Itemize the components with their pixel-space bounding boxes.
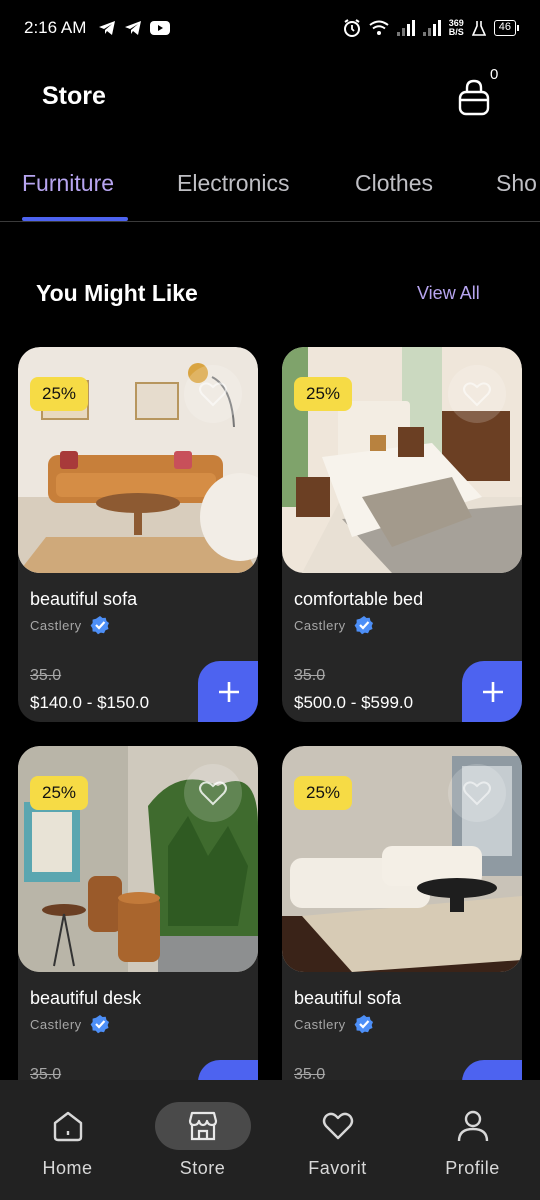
product-image: 25% (18, 347, 258, 573)
nav-icon-container (20, 1102, 116, 1150)
tab-electronics[interactable]: Electronics (177, 170, 289, 197)
nav-label: Favorit (308, 1158, 367, 1178)
verified-badge-icon (90, 1015, 109, 1034)
discount-badge: 25% (30, 776, 89, 810)
product-brand: Castlery (30, 615, 110, 635)
add-to-cart-button[interactable] (198, 661, 258, 722)
verified-badge-icon (90, 616, 109, 635)
profile-icon (457, 1110, 488, 1142)
telegram-icon (125, 21, 142, 35)
plus-icon (483, 682, 503, 702)
signal-icon (422, 20, 441, 36)
brand-label: Castlery (294, 1016, 346, 1032)
net-speed: 369 B/S (449, 19, 464, 37)
section-title: You Might Like (36, 280, 198, 306)
product-name: beautiful desk (30, 988, 142, 1008)
store-icon (188, 1111, 217, 1141)
original-price: 35.0 (30, 667, 62, 684)
product-image: 25% (282, 746, 522, 972)
heart-icon (199, 382, 227, 407)
net-speed-unit: B/S (448, 27, 464, 37)
favorite-button[interactable] (448, 764, 506, 822)
price-range: $140.0 - $150.0 (30, 693, 150, 712)
status-time: 2:16 AM (24, 18, 87, 37)
page-title: Store (42, 82, 106, 110)
youtube-icon (150, 21, 171, 35)
nav-icon-container (290, 1102, 386, 1150)
cart-count-badge: 0 (490, 66, 499, 83)
home-icon (53, 1111, 82, 1142)
product-card[interactable]: 25% beautiful sofa Castlery 35.0 $140.0 … (18, 347, 258, 722)
shopping-bag-icon (458, 79, 490, 116)
signal-icon (396, 20, 415, 36)
favorite-button[interactable] (448, 365, 506, 423)
nav-label: Home (42, 1158, 93, 1178)
product-brand: Castlery (294, 615, 374, 635)
product-card[interactable]: 25% beautiful desk Castlery 35.0 (18, 746, 258, 1121)
verified-badge-icon (354, 616, 373, 635)
tab-indicator (22, 217, 128, 221)
product-card[interactable]: 25% beautiful sofa Castlery 35.0 (282, 746, 522, 1121)
product-image: 25% (18, 746, 258, 972)
view-all-link[interactable]: View All (417, 283, 480, 304)
heart-icon (463, 382, 491, 407)
product-name: beautiful sofa (30, 589, 138, 609)
heart-icon (199, 781, 227, 806)
category-tabs: Furniture Electronics Clothes Sho (0, 162, 540, 222)
wifi-icon (369, 20, 389, 35)
nav-profile[interactable]: Profile (405, 1080, 540, 1200)
cart-button[interactable] (456, 78, 492, 118)
price-range: $500.0 - $599.0 (294, 693, 414, 712)
product-image: 25% (282, 347, 522, 573)
nav-icon-container (154, 1102, 251, 1150)
heart-icon (322, 1112, 353, 1140)
brand-label: Castlery (294, 617, 346, 633)
favorite-button[interactable] (184, 365, 242, 423)
battery-indicator: 46 (493, 20, 520, 36)
tab-clothes[interactable]: Clothes (355, 170, 433, 197)
product-brand: Castlery (294, 1014, 374, 1034)
product-card[interactable]: 25% comfortable bed Castlery 35.0 $500.0… (282, 347, 522, 722)
product-name: beautiful sofa (294, 988, 402, 1008)
bottom-navigation: Home Store Favorit Profile (0, 1080, 540, 1200)
discount-badge: 25% (294, 776, 353, 810)
alarm-icon (343, 19, 360, 37)
discount-badge: 25% (30, 377, 89, 411)
verified-badge-icon (354, 1015, 373, 1034)
heart-icon (463, 781, 491, 806)
app-bar: Store 0 (0, 60, 540, 135)
brand-label: Castlery (30, 617, 82, 633)
nav-store[interactable]: Store (135, 1080, 270, 1200)
product-name: comfortable bed (294, 589, 424, 609)
flask-icon (471, 21, 486, 36)
nav-icon-container (425, 1102, 521, 1150)
product-brand: Castlery (30, 1014, 110, 1034)
add-to-cart-button[interactable] (462, 661, 522, 722)
brand-label: Castlery (30, 1016, 82, 1032)
discount-badge: 25% (294, 377, 353, 411)
nav-favorites[interactable]: Favorit (270, 1080, 405, 1200)
favorite-button[interactable] (184, 764, 242, 822)
nav-label: Store (179, 1158, 226, 1178)
plus-icon (219, 682, 239, 702)
tab-furniture[interactable]: Furniture (22, 170, 114, 197)
nav-label: Profile (445, 1158, 500, 1178)
status-bar: 2:16 AM 369 B/S 46 (0, 0, 540, 56)
tab-shoes[interactable]: Sho (496, 170, 537, 197)
original-price: 35.0 (294, 667, 326, 684)
nav-home[interactable]: Home (0, 1080, 135, 1200)
telegram-icon (99, 21, 116, 35)
